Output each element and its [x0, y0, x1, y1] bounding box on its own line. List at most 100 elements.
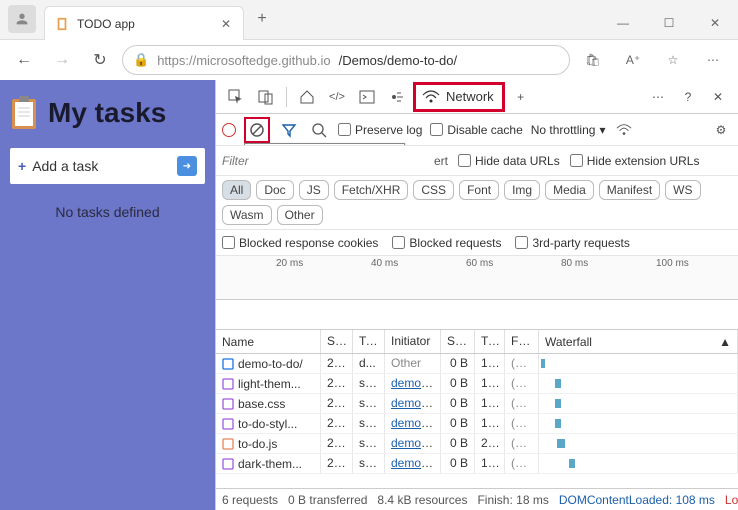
- devtools-more-icon[interactable]: ⋯: [644, 84, 672, 110]
- request-type: d...: [353, 354, 385, 373]
- blocked-cookies-checkbox[interactable]: Blocked response cookies: [222, 236, 378, 250]
- timeline-spacer: [216, 300, 738, 330]
- hide-data-urls-checkbox[interactable]: Hide data URLs: [458, 154, 560, 168]
- request-row[interactable]: to-do-styl... 200 st... demo-... 0 B 1 .…: [216, 414, 738, 434]
- ruler-tick: 80 ms: [561, 258, 588, 269]
- request-status: 200: [321, 414, 353, 433]
- web-page: My tasks + Add a task ➜ No tasks defined: [0, 80, 215, 510]
- browser-tab[interactable]: TODO app ✕: [44, 6, 244, 40]
- grid-header[interactable]: Name St... Ty... Initiator Size Ti... Fu…: [216, 330, 738, 354]
- request-time: 1 ...: [475, 414, 505, 433]
- shopping-icon[interactable]: 🛍: [576, 45, 610, 75]
- maximize-button[interactable]: ☐: [646, 7, 692, 39]
- request-fulfilled: (di...: [505, 354, 539, 373]
- refresh-button[interactable]: ↻: [84, 44, 116, 76]
- wifi-icon: [422, 90, 440, 104]
- col-status[interactable]: St...: [321, 330, 353, 353]
- col-waterfall[interactable]: Waterfall▲: [539, 330, 738, 353]
- search-icon[interactable]: [308, 119, 330, 141]
- request-row[interactable]: base.css 200 st... demo-... 0 B 1 ... (d…: [216, 394, 738, 414]
- col-fulfilled[interactable]: Fu...: [505, 330, 539, 353]
- clear-log-button[interactable]: [244, 117, 270, 143]
- devtools-close-icon[interactable]: ✕: [704, 84, 732, 110]
- col-initiator[interactable]: Initiator: [385, 330, 441, 353]
- more-tabs-button[interactable]: +: [507, 84, 535, 110]
- tab-close-button[interactable]: ✕: [219, 17, 233, 31]
- request-status: 200: [321, 394, 353, 413]
- devtools-tabbar: </> Network + ⋯ ? ✕: [216, 80, 738, 114]
- close-button[interactable]: ✕: [692, 7, 738, 39]
- type-filter-wasm[interactable]: Wasm: [222, 205, 272, 225]
- add-task-input[interactable]: + Add a task ➜: [10, 148, 205, 184]
- type-filter-js[interactable]: JS: [299, 180, 329, 200]
- network-conditions-icon[interactable]: [613, 119, 635, 141]
- type-filter-all[interactable]: All: [222, 180, 251, 200]
- filter-input[interactable]: [222, 154, 274, 168]
- sources-tab[interactable]: [383, 84, 411, 110]
- help-icon[interactable]: ?: [674, 84, 702, 110]
- request-waterfall: [539, 414, 738, 433]
- request-initiator[interactable]: demo-...: [385, 374, 441, 393]
- col-name[interactable]: Name: [216, 330, 321, 353]
- type-filter-css[interactable]: CSS: [413, 180, 454, 200]
- more-button[interactable]: ⋯: [696, 45, 730, 75]
- add-task-label: Add a task: [32, 158, 98, 174]
- submit-task-button[interactable]: ➜: [177, 156, 197, 176]
- request-status: 200: [321, 374, 353, 393]
- favorite-icon[interactable]: ☆: [656, 45, 690, 75]
- type-filter-other[interactable]: Other: [277, 205, 323, 225]
- url-box[interactable]: 🔒 https://microsoftedge.github.io/Demos/…: [122, 45, 570, 75]
- inspect-icon[interactable]: [222, 84, 250, 110]
- minimize-button[interactable]: ―: [600, 7, 646, 39]
- blocked-requests-checkbox[interactable]: Blocked requests: [392, 236, 501, 250]
- col-type[interactable]: Ty...: [353, 330, 385, 353]
- timeline-ruler[interactable]: 20 ms40 ms60 ms80 ms100 ms: [216, 256, 738, 300]
- col-time[interactable]: Ti...: [475, 330, 505, 353]
- console-tab[interactable]: [353, 84, 381, 110]
- request-initiator[interactable]: demo-...: [385, 394, 441, 413]
- plus-icon: +: [18, 158, 26, 174]
- profile-avatar[interactable]: [8, 5, 36, 33]
- type-filter-fetch-xhr[interactable]: Fetch/XHR: [334, 180, 409, 200]
- settings-icon[interactable]: ⚙: [710, 119, 732, 141]
- network-grid: Name St... Ty... Initiator Size Ti... Fu…: [216, 330, 738, 488]
- back-button[interactable]: ←: [8, 44, 40, 76]
- disable-cache-checkbox[interactable]: Disable cache: [430, 123, 522, 137]
- request-initiator[interactable]: Other: [385, 354, 441, 373]
- request-row[interactable]: dark-them... 200 st... demo-... 0 B 1 ..…: [216, 454, 738, 474]
- filter-toggle-icon[interactable]: [278, 119, 300, 141]
- type-filter-manifest[interactable]: Manifest: [599, 180, 660, 200]
- read-aloud-icon[interactable]: A⁺: [616, 45, 650, 75]
- type-filter-img[interactable]: Img: [504, 180, 540, 200]
- third-party-checkbox[interactable]: 3rd-party requests: [515, 236, 629, 250]
- col-size[interactable]: Size: [441, 330, 475, 353]
- type-filter-font[interactable]: Font: [459, 180, 499, 200]
- new-tab-button[interactable]: +: [248, 5, 276, 33]
- clear-icon: [249, 122, 265, 138]
- status-dom: DOMContentLoaded: 108 ms: [559, 493, 715, 507]
- device-icon[interactable]: [252, 84, 280, 110]
- elements-tab[interactable]: </>: [323, 84, 351, 110]
- request-row[interactable]: light-them... 200 st... demo-... 0 B 1 .…: [216, 374, 738, 394]
- request-initiator[interactable]: demo-...: [385, 434, 441, 453]
- request-row[interactable]: demo-to-do/ 200 d... Other 0 B 1 ... (di…: [216, 354, 738, 374]
- throttling-select[interactable]: No throttling ▾: [531, 123, 606, 137]
- request-initiator[interactable]: demo-...: [385, 414, 441, 433]
- preserve-log-checkbox[interactable]: Preserve log: [338, 123, 422, 137]
- request-type: st...: [353, 414, 385, 433]
- type-filter-ws[interactable]: WS: [665, 180, 700, 200]
- type-filter-media[interactable]: Media: [545, 180, 594, 200]
- request-size: 0 B: [441, 374, 475, 393]
- record-button[interactable]: [222, 123, 236, 137]
- request-name: dark-them...: [238, 457, 302, 471]
- request-waterfall: [539, 454, 738, 473]
- network-tab-label: Network: [446, 89, 494, 104]
- welcome-tab[interactable]: [293, 84, 321, 110]
- hide-extension-urls-checkbox[interactable]: Hide extension URLs: [570, 154, 700, 168]
- request-initiator[interactable]: demo-...: [385, 454, 441, 473]
- request-row[interactable]: to-do.js 200 sc... demo-... 0 B 2 ... (d…: [216, 434, 738, 454]
- file-icon: [222, 398, 234, 410]
- request-time: 1 ...: [475, 374, 505, 393]
- type-filter-doc[interactable]: Doc: [256, 180, 293, 200]
- network-tab[interactable]: Network: [413, 82, 505, 112]
